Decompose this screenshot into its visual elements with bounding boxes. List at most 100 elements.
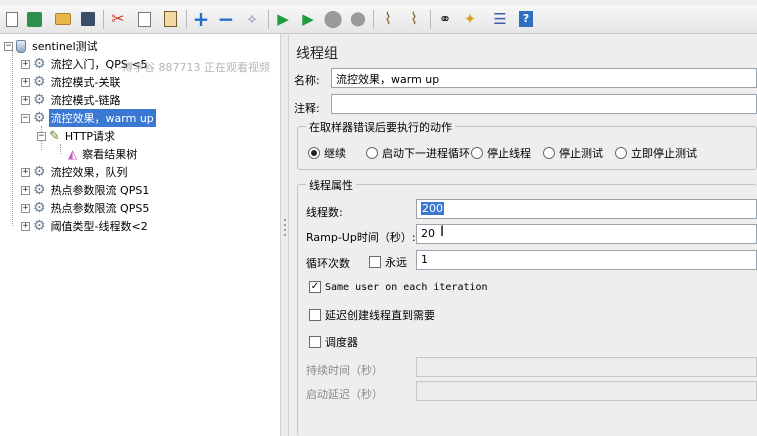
thread-group-gear-icon: ⚙ — [33, 74, 46, 90]
forever-checkbox-row[interactable]: 永远 — [369, 254, 407, 270]
reset-search-icon[interactable]: ✦ — [460, 9, 480, 29]
tree-node-item[interactable]: + ⚙ 阈值类型-线程数<2 — [21, 217, 150, 235]
startup-delay-label: 启动延迟（秒） — [306, 388, 383, 401]
radio-stop-thread[interactable]: 停止线程 — [471, 145, 531, 161]
thread-group-gear-icon: ⚙ — [33, 182, 46, 198]
tree-node-item[interactable]: + ⚙ 流控效果，队列 — [21, 163, 130, 181]
collapse-toggle-icon[interactable]: − — [21, 113, 30, 123]
thread-group-gear-icon: ⚙ — [33, 164, 46, 180]
comment-label: 注释: — [294, 102, 320, 115]
save-icon[interactable] — [78, 9, 98, 29]
radio-start-next-loop[interactable]: 启动下一进程循环 — [366, 145, 470, 161]
same-user-checkbox-row[interactable]: ✓ Same user on each iteration — [309, 281, 488, 293]
sampler-pipette-icon: ✎ — [49, 128, 60, 144]
duration-label: 持续时间（秒） — [306, 364, 383, 377]
tree-node-item[interactable]: + ⚙ 流控模式-链路 — [21, 91, 123, 109]
tree-node-label: 察看结果树 — [82, 148, 138, 161]
error-action-group-label: 在取样器错误后要执行的动作 — [306, 119, 455, 135]
start-no-pause-icon[interactable]: ▶ — [298, 9, 318, 29]
tree-node-item[interactable]: + ⚙ 流控模式-关联 — [21, 73, 123, 91]
expand-toggle-icon[interactable]: + — [21, 59, 30, 69]
thread-group-gear-icon: ⚙ — [33, 218, 46, 234]
clear-all-icon[interactable]: ⌇ — [404, 9, 424, 29]
open-icon[interactable] — [53, 9, 73, 29]
radio-stop-thread-label: 停止线程 — [487, 147, 531, 160]
expand-toggle-icon[interactable]: + — [21, 167, 30, 177]
forever-checkbox[interactable] — [369, 256, 381, 268]
shutdown-icon[interactable]: ⬤ — [348, 9, 368, 29]
scheduler-checkbox[interactable] — [309, 336, 321, 348]
expand-toggle-icon[interactable]: + — [21, 77, 30, 87]
duration-field[interactable] — [416, 357, 757, 377]
collapse-icon[interactable]: − — [216, 9, 236, 29]
expand-toggle-icon[interactable]: + — [21, 203, 30, 213]
new-icon[interactable] — [2, 9, 22, 29]
expand-toggle-icon[interactable]: + — [21, 185, 30, 195]
clear-icon[interactable]: ⌇ — [378, 9, 398, 29]
split-pane-divider[interactable] — [280, 34, 289, 436]
radio-stop-test-now-label: 立即停止测试 — [631, 147, 697, 160]
search-icon[interactable]: ⚭ — [435, 9, 455, 29]
collapse-toggle-icon[interactable]: − — [37, 131, 46, 141]
cut-icon[interactable]: ✂ — [108, 9, 128, 29]
panel-title: 线程组 — [296, 46, 338, 62]
tree-node-item[interactable]: + ⚙ 热点参数限流 QPS1 — [21, 181, 151, 199]
help-icon[interactable]: ? — [516, 9, 536, 29]
error-action-group: 在取样器错误后要执行的动作 继续 启动下一进程循环 停止线程 停止测试 立即停止… — [297, 119, 757, 170]
tree-node-item-selected[interactable]: − ⚙ 流控效果，warm up — [21, 109, 156, 127]
comment-field[interactable] — [331, 94, 757, 114]
radio-stop-test-label: 停止测试 — [559, 147, 603, 160]
copy-icon[interactable] — [134, 9, 154, 29]
name-label: 名称: — [294, 74, 320, 87]
scheduler-checkbox-row[interactable]: 调度器 — [309, 334, 358, 350]
delay-thread-creation-row[interactable]: 延迟创建线程直到需要 — [309, 307, 435, 323]
radio-continue[interactable]: 继续 — [308, 145, 346, 161]
threads-field[interactable]: 200 — [416, 199, 757, 219]
same-user-checkbox[interactable]: ✓ — [309, 281, 321, 293]
radio-continue-label: 继续 — [324, 147, 346, 160]
tree-node-label: 流控效果，warm up — [48, 109, 156, 127]
listener-chart-icon: ◭ — [68, 147, 78, 161]
function-helper-icon[interactable]: ☰ — [490, 9, 510, 29]
expand-toggle-icon[interactable]: + — [21, 95, 30, 105]
tree-node-item[interactable]: − ✎ HTTP请求 — [37, 127, 117, 145]
radio-stop-test-now[interactable]: 立即停止测试 — [615, 145, 697, 161]
delay-thread-creation-checkbox[interactable] — [309, 309, 321, 321]
tree-node-label: 热点参数限流 QPS5 — [50, 202, 150, 215]
radio-start-next-loop-button[interactable] — [366, 147, 378, 159]
templates-icon[interactable] — [24, 9, 44, 29]
rampup-field[interactable]: 20 — [416, 224, 757, 244]
startup-delay-field[interactable] — [416, 381, 757, 401]
collapse-toggle-icon[interactable]: − — [4, 41, 13, 51]
tree-node-item[interactable]: + ⚙ 热点参数限流 QPS5 — [21, 199, 151, 217]
loop-count-label: 循环次数 — [306, 257, 350, 270]
toggle-icon[interactable]: ⟡ — [242, 9, 262, 29]
paste-icon[interactable] — [160, 9, 180, 29]
thread-properties-group-label: 线程属性 — [306, 177, 356, 193]
tree-node-label: sentinel测试 — [32, 40, 98, 53]
name-field[interactable]: 流控效果，warm up — [331, 68, 757, 88]
expand-icon[interactable]: + — [191, 9, 211, 29]
radio-stop-test[interactable]: 停止测试 — [543, 145, 603, 161]
thread-group-gear-icon: ⚙ — [33, 110, 46, 126]
radio-stop-test-now-button[interactable] — [615, 147, 627, 159]
radio-continue-button[interactable] — [308, 147, 320, 159]
thread-group-gear-icon: ⚙ — [33, 92, 46, 108]
start-icon[interactable]: ▶ — [273, 9, 293, 29]
tree-node-label: 热点参数限流 QPS1 — [50, 184, 150, 197]
tree-node-item[interactable]: ◭ 察看结果树 — [68, 145, 139, 163]
radio-start-next-loop-label: 启动下一进程循环 — [382, 147, 470, 160]
rampup-label: Ramp-Up时间（秒）: — [306, 231, 416, 244]
thread-group-panel: 线程组 名称: 流控效果，warm up 注释: 在取样器错误后要执行的动作 继… — [289, 34, 757, 436]
forever-label: 永远 — [385, 256, 407, 269]
radio-stop-thread-button[interactable] — [471, 147, 483, 159]
thread-group-gear-icon: ⚙ — [33, 56, 46, 72]
tree-node-label: 流控效果，队列 — [50, 166, 128, 179]
tree-node-label: HTTP请求 — [64, 130, 116, 143]
loop-count-field[interactable]: 1 — [416, 250, 757, 270]
tree-node-root[interactable]: − sentinel测试 — [4, 37, 100, 55]
tree-node-label: 流控模式-链路 — [50, 94, 121, 107]
expand-toggle-icon[interactable]: + — [21, 221, 30, 231]
stop-icon[interactable]: ⬤ — [323, 9, 343, 29]
radio-stop-test-button[interactable] — [543, 147, 555, 159]
